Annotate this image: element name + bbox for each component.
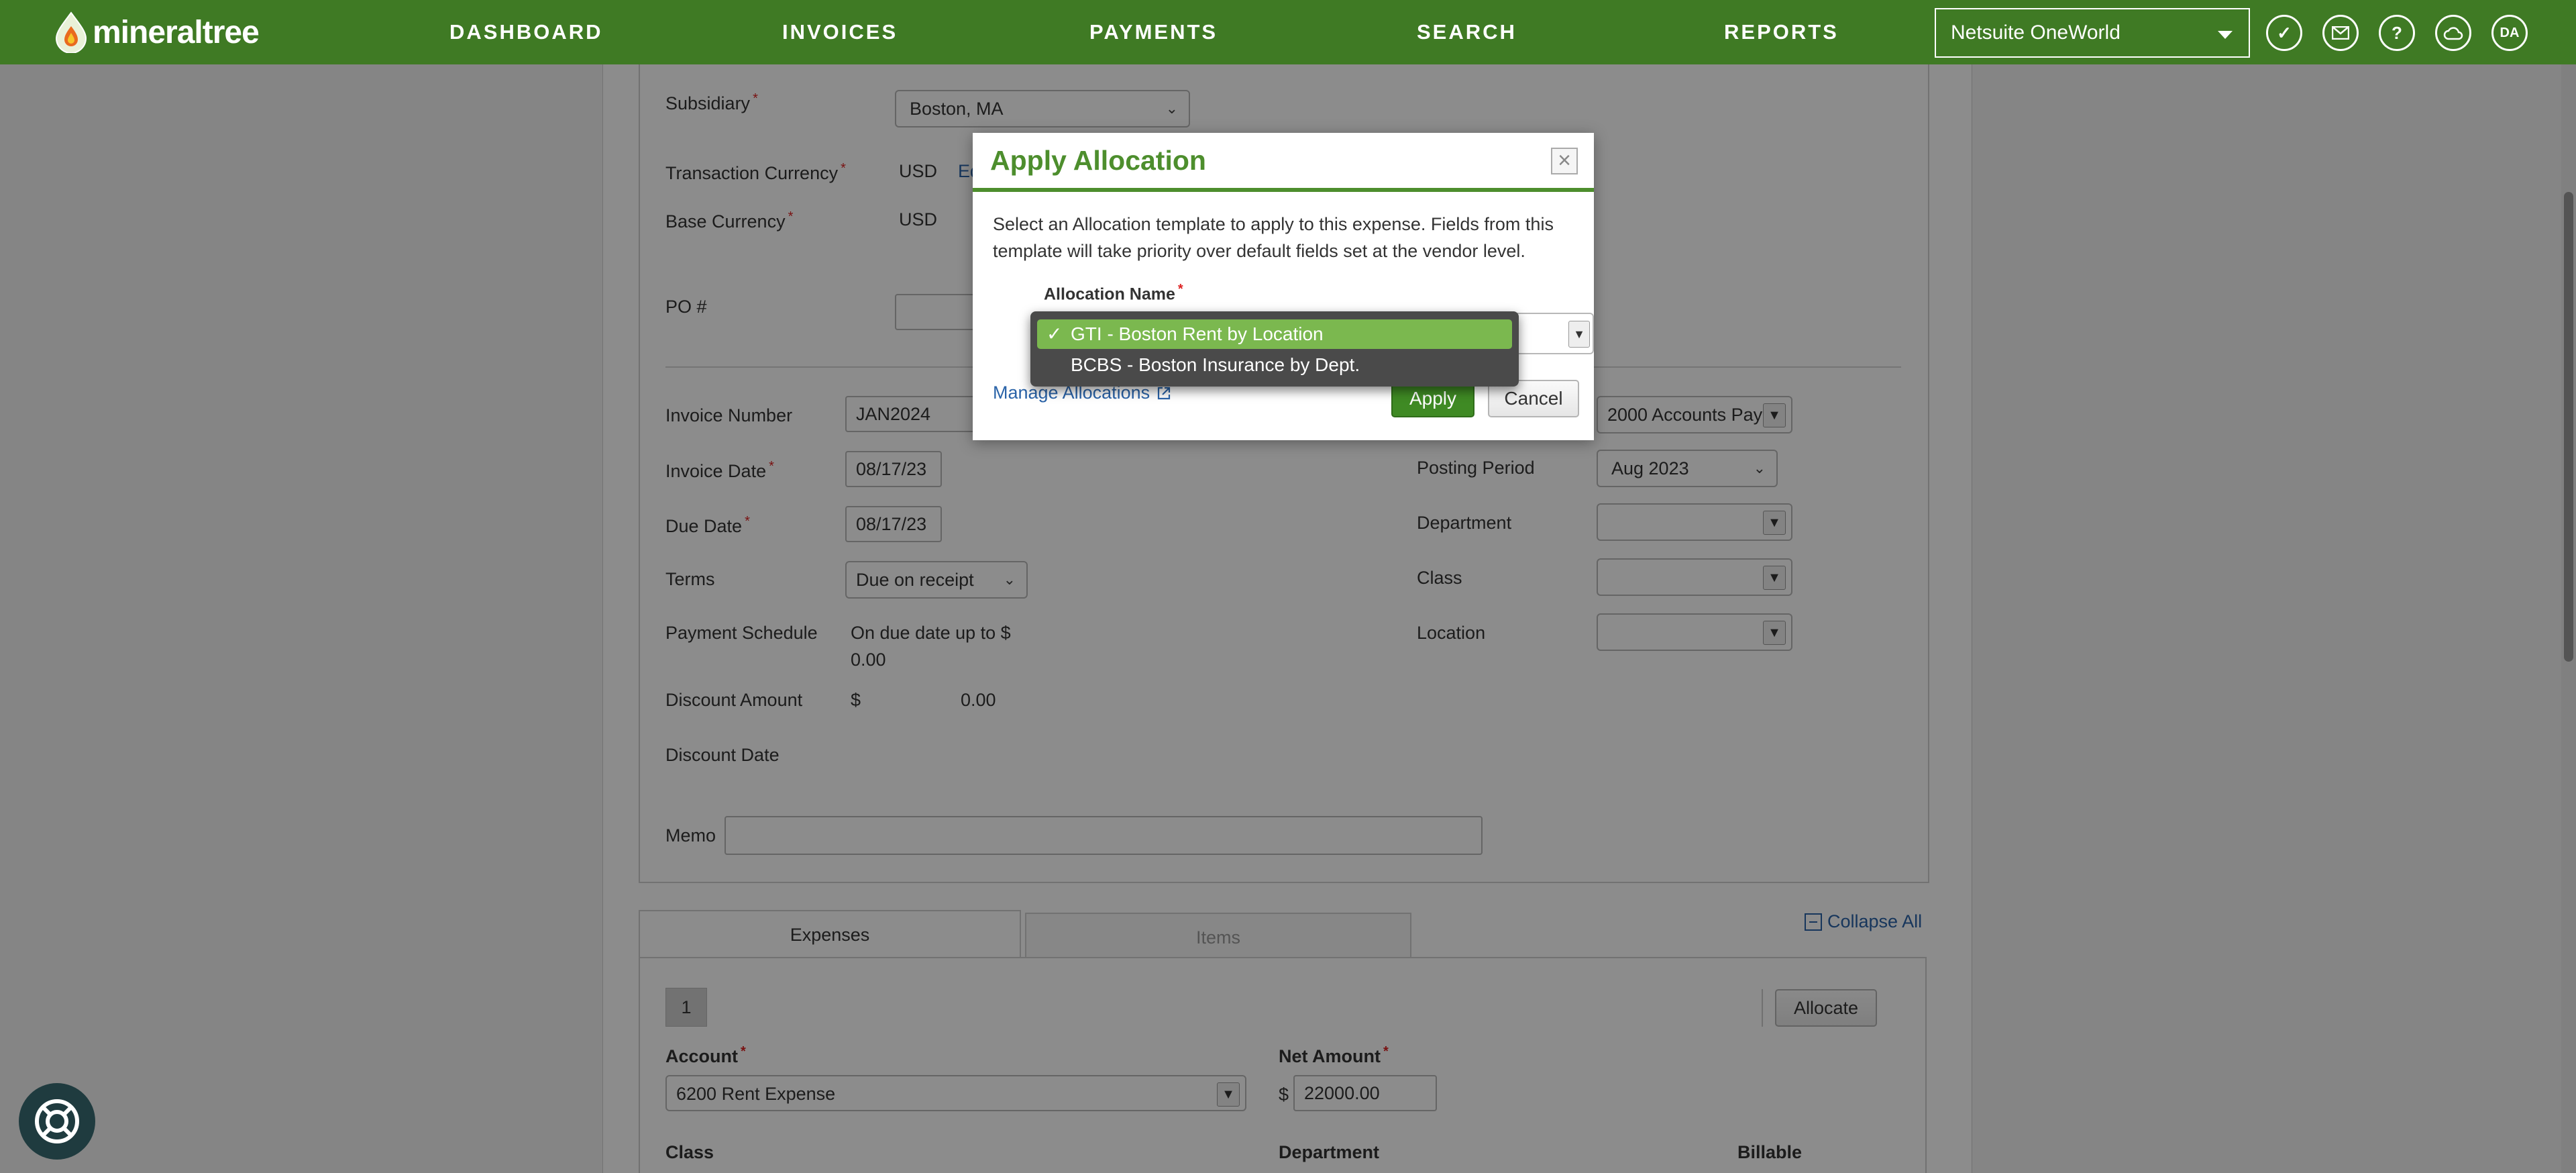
check-icon: ✓ [1046, 323, 1063, 344]
logo-drop-icon [55, 11, 87, 53]
nav-invoices[interactable]: INVOICES [782, 20, 898, 44]
nav-search[interactable]: SEARCH [1417, 20, 1517, 44]
mineraltree-logo[interactable]: mineraltree [54, 9, 260, 55]
allocation-option-bcbs[interactable]: BCBS - Boston Insurance by Dept. [1037, 350, 1512, 380]
close-icon[interactable]: × [1551, 148, 1578, 174]
modal-title-rule [973, 188, 1594, 192]
allocation-options-list: ✓ GTI - Boston Rent by Location BCBS - B… [1030, 311, 1519, 387]
mail-icon[interactable] [2322, 15, 2359, 51]
user-avatar[interactable]: DA [2491, 15, 2528, 51]
apply-allocation-modal: Apply Allocation × Select an Allocation … [973, 133, 1594, 440]
lifebuoy-icon [35, 1099, 79, 1143]
allocation-option-gti[interactable]: ✓ GTI - Boston Rent by Location [1037, 319, 1512, 349]
allocation-name-label: Allocation Name * [1044, 282, 1183, 304]
top-nav-bar: mineraltree DASHBOARD INVOICES PAYMENTS … [0, 0, 2576, 64]
nav-dashboard[interactable]: DASHBOARD [449, 20, 603, 44]
caret-down-icon [2218, 31, 2233, 39]
dropdown-arrow-icon: ▼ [1568, 321, 1590, 348]
support-lifebuoy-button[interactable] [19, 1083, 95, 1160]
nav-reports[interactable]: REPORTS [1724, 20, 1839, 44]
external-link-icon [1158, 387, 1171, 399]
help-icon[interactable]: ? [2379, 15, 2415, 51]
cloud-sync-icon[interactable] [2435, 15, 2471, 51]
modal-title: Apply Allocation [990, 145, 1206, 176]
modal-description: Select an Allocation template to apply t… [993, 214, 1554, 261]
nav-payments[interactable]: PAYMENTS [1089, 20, 1218, 44]
approvals-check-icon[interactable]: ✓ [2266, 15, 2302, 51]
organization-select[interactable]: Netsuite OneWorld [1935, 8, 2250, 58]
